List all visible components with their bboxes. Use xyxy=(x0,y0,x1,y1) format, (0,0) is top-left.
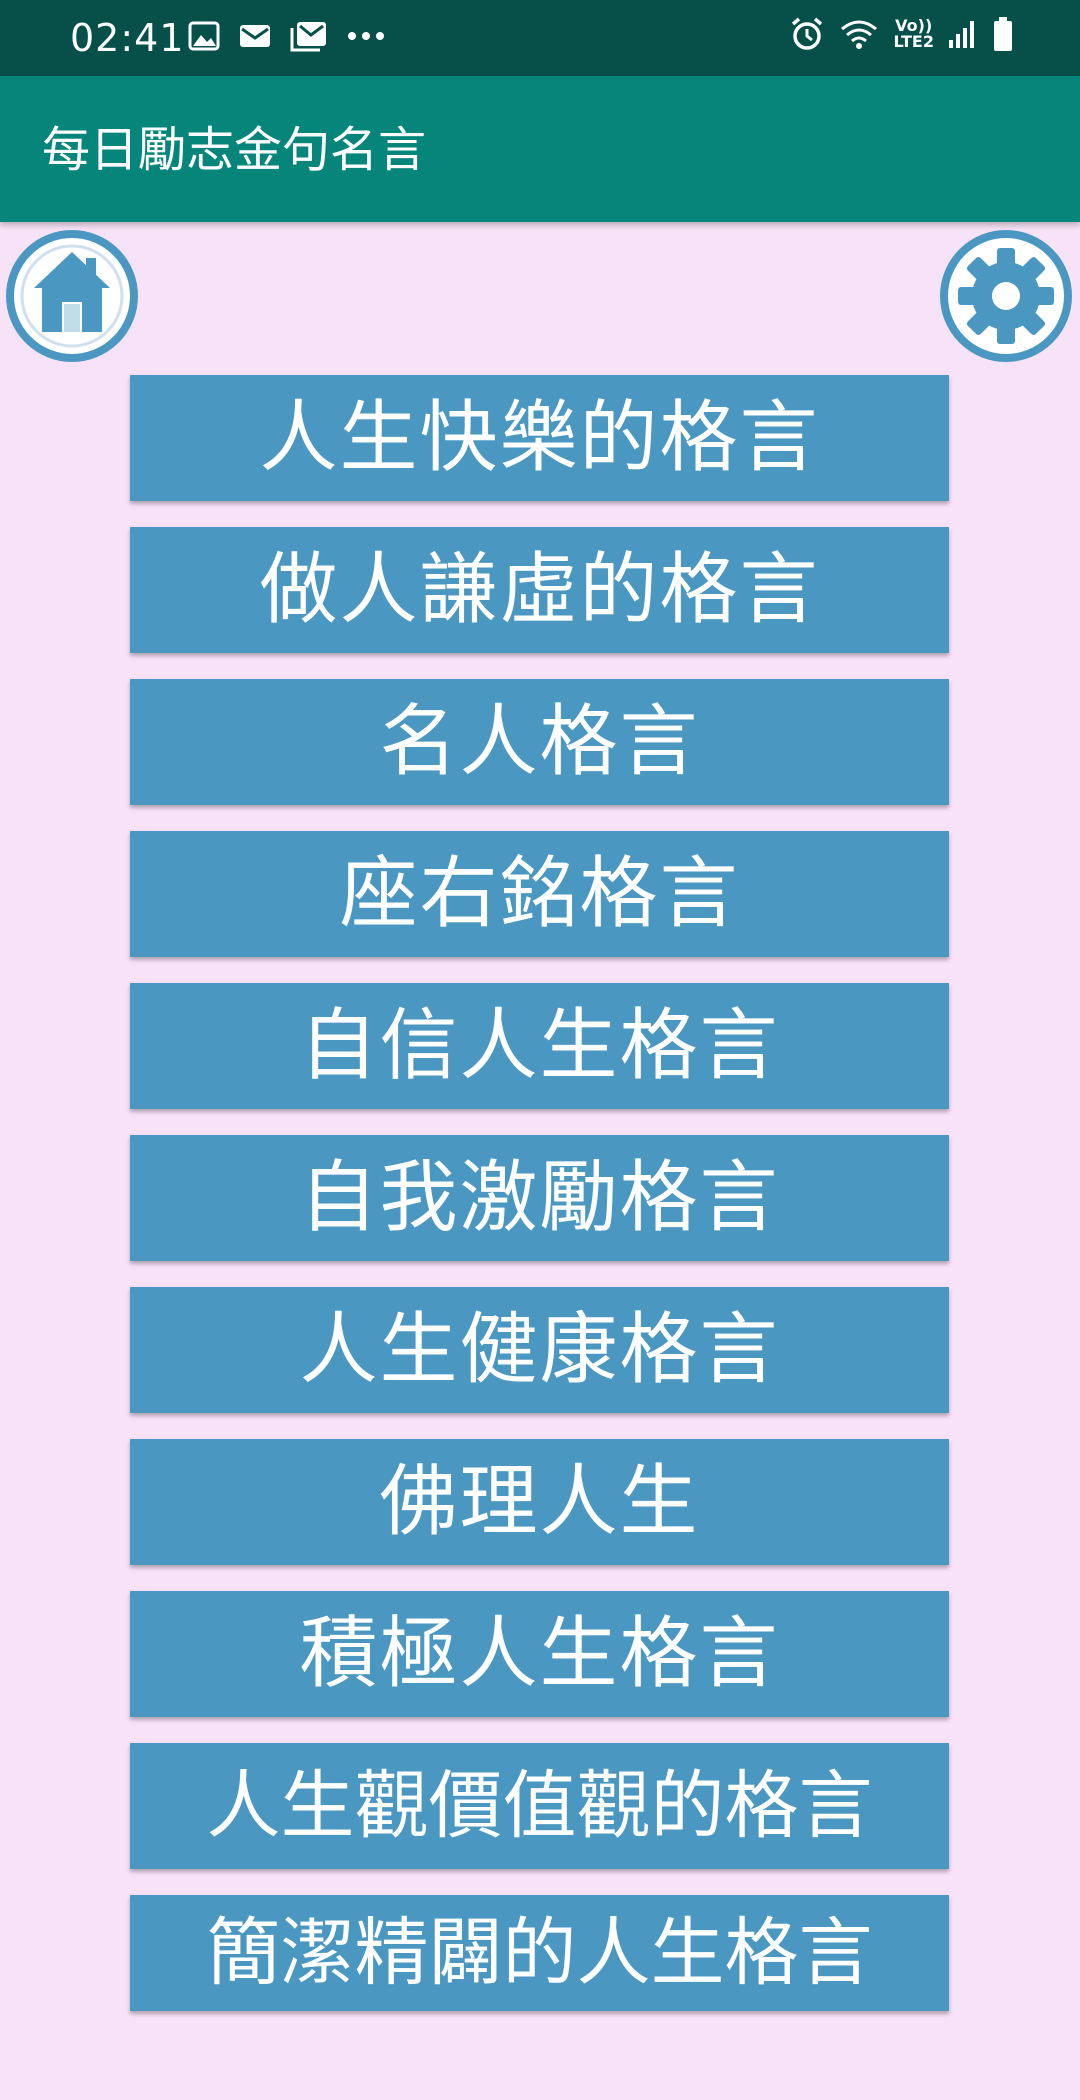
menu-button-label: 人生觀價值觀的格言 xyxy=(206,1763,873,1849)
menu-button-concise-quotes[interactable]: 簡潔精闢的人生格言 xyxy=(130,1895,949,2011)
menu-button-label: 佛理人生 xyxy=(379,1457,700,1547)
menu-button-label: 人生健康格言 xyxy=(299,1305,780,1395)
more-dots-icon xyxy=(348,32,384,40)
menu-button-buddhist-life[interactable]: 佛理人生 xyxy=(130,1439,949,1565)
app-title: 每日勵志金句名言 xyxy=(42,122,427,178)
status-right-icons: Vo)) LTE2 xyxy=(789,16,1014,52)
gear-icon xyxy=(940,230,1072,362)
menu-button-label: 人生快樂的格言 xyxy=(259,393,820,483)
menu-button-health[interactable]: 人生健康格言 xyxy=(130,1287,949,1413)
menu-button-famous-quotes[interactable]: 名人格言 xyxy=(130,679,949,805)
menu-button-label: 積極人生格言 xyxy=(299,1609,780,1699)
status-left-icons xyxy=(188,20,386,52)
menu-button-humility[interactable]: 做人謙虛的格言 xyxy=(130,527,949,653)
menu-button-label: 簡潔精闢的人生格言 xyxy=(206,1910,873,1996)
menu-button-positive-life[interactable]: 積極人生格言 xyxy=(130,1591,949,1717)
battery-icon xyxy=(994,17,1012,51)
menu-button-confidence[interactable]: 自信人生格言 xyxy=(130,983,949,1109)
menu-button-self-motivation[interactable]: 自我激勵格言 xyxy=(130,1135,949,1261)
menu-button-label: 座右銘格言 xyxy=(339,849,740,939)
menu-button-motto[interactable]: 座右銘格言 xyxy=(130,831,949,957)
menu-button-label: 做人謙虛的格言 xyxy=(259,545,820,635)
app-bar: 每日勵志金句名言 xyxy=(0,76,1080,222)
wifi-icon xyxy=(841,20,878,49)
signal-icon xyxy=(949,21,974,48)
mail-icon xyxy=(240,25,270,47)
status-time: 02:41 xyxy=(70,16,185,60)
image-icon xyxy=(188,21,220,51)
home-button[interactable] xyxy=(4,228,140,364)
gallery-mail-icon xyxy=(290,22,326,52)
menu-button-label: 名人格言 xyxy=(379,697,700,787)
menu-button-happy-life[interactable]: 人生快樂的格言 xyxy=(130,375,949,501)
status-bar: 02:41 Vo)) LTE2 xyxy=(0,0,1080,76)
lte-label: LTE2 xyxy=(893,32,934,51)
menu-button-values[interactable]: 人生觀價值觀的格言 xyxy=(130,1743,949,1869)
home-icon xyxy=(6,230,138,362)
menu-button-label: 自信人生格言 xyxy=(299,1001,780,1091)
volte-lte2-icon: Vo)) LTE2 xyxy=(893,18,934,50)
alarm-icon xyxy=(792,17,823,50)
menu-list: 人生快樂的格言 做人謙虛的格言 名人格言 座右銘格言 自信人生格言 自我激勵格言… xyxy=(130,375,949,2011)
settings-button[interactable] xyxy=(938,228,1074,364)
menu-button-label: 自我激勵格言 xyxy=(299,1153,780,1243)
